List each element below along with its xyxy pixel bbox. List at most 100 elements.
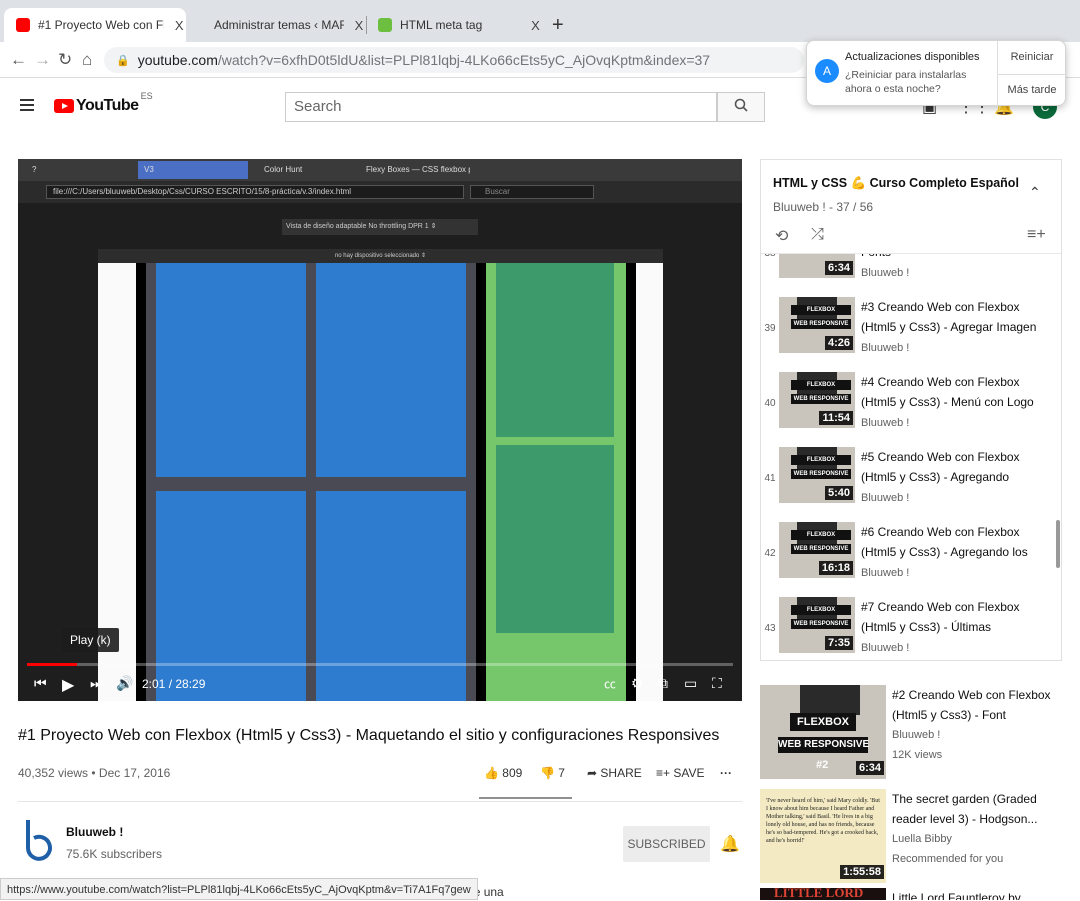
like-button[interactable]: 👍 809 <box>484 766 522 780</box>
thumb-label: FLEXBOX <box>791 605 851 615</box>
video-thumbnail: FLEXBOX WEB RESPONSIVE 11:54 <box>779 372 855 428</box>
playlist-item[interactable]: 43 FLEXBOX WEB RESPONSIVE 7:35 #7 Creando … <box>761 597 1061 660</box>
video-thumbnail: FLEXBOX WEB RESPONSIVE 7:35 <box>779 597 855 653</box>
save-label: SAVE <box>673 766 705 780</box>
preview-black-border <box>476 263 486 701</box>
like-ratio-bar <box>479 797 572 799</box>
recommendation-item[interactable]: 'I've never heard of him,' said Mary col… <box>760 789 1070 883</box>
theater-mode-icon[interactable]: ▭ <box>684 675 697 692</box>
settings-icon[interactable]: ⚙ <box>631 675 644 692</box>
item-index: 41 <box>764 473 776 484</box>
rec-channel: Luella Bibby <box>892 833 952 845</box>
video-thumbnail: FLEXBOX WEB RESPONSIVE 5:40 <box>779 447 855 503</box>
w3-favicon-icon <box>378 18 392 32</box>
youtube-favicon-icon <box>16 18 30 32</box>
close-tab-icon[interactable]: X <box>529 18 542 33</box>
blank-favicon-icon <box>202 18 206 32</box>
subscriber-count: 75.6K subscribers <box>66 847 163 861</box>
collapse-chevron-icon[interactable]: ⌃ <box>1029 184 1041 201</box>
share-label: SHARE <box>600 766 642 780</box>
play-icon[interactable]: ▶ <box>62 675 74 695</box>
inner-responsive-toolbar: Vista de diseño adaptable No throttling … <box>282 219 478 235</box>
app-store-icon: A <box>815 59 839 83</box>
divider <box>18 801 742 802</box>
duration-badge: 16:18 <box>818 561 853 575</box>
browser-tab-youtube[interactable]: #1 Proyecto Web con Flexbox (H X <box>4 8 186 42</box>
thumb-label: WEB RESPONSIVE <box>791 469 851 479</box>
recommendation-item[interactable]: FLEXBOX WEB RESPONSIVE #2 6:34 #2 Creand… <box>760 685 1070 779</box>
next-icon[interactable]: ⏭ <box>90 675 103 692</box>
playlist-item[interactable]: 39 FLEXBOX WEB RESPONSIVE 4:26 #3 Creando … <box>761 297 1061 372</box>
playlist-item[interactable]: 42 FLEXBOX WEB RESPONSIVE 16:18 #6 Creando… <box>761 522 1061 597</box>
playlist-item[interactable]: 41 FLEXBOX WEB RESPONSIVE 5:40 #5 Creando … <box>761 447 1061 522</box>
loop-icon[interactable]: ⟲ <box>775 226 788 246</box>
rec-title: The secret garden (Graded reader level 3… <box>892 792 1038 826</box>
dislike-count: 7 <box>558 766 565 780</box>
volume-icon[interactable]: 🔊 <box>116 675 133 692</box>
like-count: 809 <box>502 766 523 780</box>
thumb-label: FLEXBOX <box>790 713 856 731</box>
progress-bar[interactable] <box>27 663 733 666</box>
bell-icon[interactable]: 🔔 <box>720 834 740 854</box>
restart-button[interactable]: Reiniciar <box>997 51 1067 63</box>
shuffle-icon[interactable]: ⤮ <box>811 226 824 244</box>
save-button[interactable]: ≡+ SAVE <box>656 766 704 780</box>
captions-icon[interactable]: ㏄ <box>604 675 616 692</box>
duration-badge: 6:34 <box>824 261 853 275</box>
back-icon[interactable]: ← <box>10 50 27 70</box>
channel-name[interactable]: Bluuweb ! <box>66 825 123 839</box>
tab-title: Administrar temas ‹ MARISOL <box>214 18 344 32</box>
inner-device-label: no hay dispositivo seleccionado ⇕ <box>98 249 663 263</box>
menu-icon[interactable] <box>20 99 34 114</box>
later-button[interactable]: Más tarde <box>997 84 1067 96</box>
close-tab-icon[interactable]: X <box>352 18 366 33</box>
search-button[interactable] <box>717 92 765 122</box>
share-button[interactable]: ➦ SHARE <box>587 766 642 780</box>
thumb-text: 'I've never heard of him,' said Mary col… <box>766 798 880 844</box>
preview-black-border <box>136 263 146 701</box>
more-actions-icon[interactable]: ··· <box>720 766 732 780</box>
search-input[interactable]: Search <box>285 92 717 122</box>
preview-green-box <box>496 445 614 633</box>
rec-title: #2 Creando Web con Flexbox (Html5 y Css3… <box>892 688 1051 722</box>
thumbs-down-icon: 👎 <box>540 766 555 780</box>
save-playlist-icon[interactable]: ≡+ <box>1027 226 1046 244</box>
recommendation-item[interactable]: LITTLE LORD Little Lord Fauntleroy by... <box>760 888 1070 900</box>
previous-icon[interactable]: ⏮ <box>34 675 47 692</box>
miniplayer-icon[interactable]: ⧉ <box>658 675 668 692</box>
home-icon[interactable]: ⌂ <box>82 50 92 70</box>
channel-avatar[interactable] <box>20 818 54 862</box>
item-title: #3 Creando Web con Flexbox (Html5 y Css3… <box>861 300 1037 334</box>
inner-device-preview <box>98 249 663 701</box>
playlist-scrollbar[interactable] <box>1056 520 1060 568</box>
youtube-play-icon <box>54 99 74 113</box>
item-title: #4 Creando Web con Flexbox (Html5 y Css3… <box>861 375 1034 409</box>
close-tab-icon[interactable]: X <box>172 18 186 33</box>
browser-tab-meta[interactable]: HTML meta tag X <box>366 8 542 42</box>
share-icon: ➦ <box>587 766 598 780</box>
playlist-title[interactable]: HTML y CSS 💪 Curso Completo Español [DES… <box>773 176 1023 191</box>
item-channel: Bluuweb ! <box>861 642 910 654</box>
inner-tab: ? <box>32 165 37 174</box>
playlist-subtitle: Bluuweb ! - 37 / 56 <box>773 200 874 214</box>
youtube-logo[interactable]: YouTube ES <box>54 91 153 115</box>
play-tooltip: Play (k) <box>62 628 119 652</box>
thumb-label: WEB RESPONSIVE <box>791 319 851 329</box>
progress-played <box>27 663 78 666</box>
forward-icon[interactable]: → <box>34 50 51 70</box>
dislike-button[interactable]: 👎 7 <box>540 766 565 780</box>
video-player[interactable]: ? V3 Color Hunt Flexy Boxes — CSS flexbo… <box>18 159 742 701</box>
item-index: 40 <box>764 398 776 409</box>
preview-black-border <box>626 263 636 701</box>
new-tab-button[interactable]: + <box>552 14 564 37</box>
subscribe-button[interactable]: SUBSCRIBED <box>623 826 710 862</box>
thumb-label: FLEXBOX <box>791 455 851 465</box>
logo-text: YouTube <box>76 97 139 114</box>
preview-blue-box <box>316 263 466 477</box>
rec-channel: Bluuweb ! <box>892 729 941 741</box>
reload-icon[interactable]: ↻ <box>58 50 72 70</box>
url-field[interactable]: 🔒 youtube.com /watch?v=6xfhD0t5ldU&list=… <box>104 47 804 73</box>
browser-tab-admin[interactable]: Administrar temas ‹ MARISOL X <box>190 8 366 42</box>
playlist-item[interactable]: 40 FLEXBOX WEB RESPONSIVE 11:54 #4 Creando… <box>761 372 1061 447</box>
fullscreen-icon[interactable]: ⛶ <box>712 675 722 692</box>
